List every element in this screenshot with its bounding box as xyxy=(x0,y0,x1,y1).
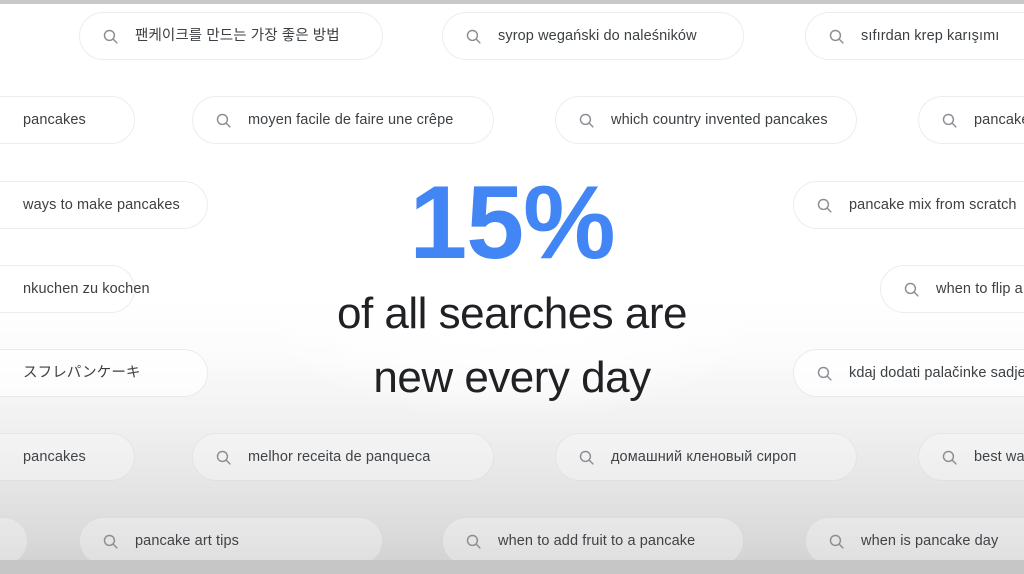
search-pill-label: best way to xyxy=(974,448,1024,465)
search-icon xyxy=(828,533,845,550)
search-pill[interactable]: домашний кленовый сироп xyxy=(555,433,857,481)
letterbox-top xyxy=(0,0,1024,4)
search-pill-label: 팬케이크를 만드는 가장 좋은 방법 xyxy=(135,27,340,44)
search-pill[interactable]: when to add fruit to a pancake xyxy=(442,517,744,565)
search-pill-label: pancakes xyxy=(23,448,86,465)
slide-canvas: 팬케이크를 만드는 가장 좋은 방법 syrop wegański do nale… xyxy=(0,0,1024,574)
search-pill[interactable] xyxy=(0,517,28,565)
search-pill-label: nkuchen zu kochen xyxy=(23,280,150,297)
search-icon xyxy=(903,281,920,298)
search-pill-label: kdaj dodati palačinke sadje xyxy=(849,364,1024,381)
search-pill[interactable]: when is pancake day xyxy=(805,517,1024,565)
search-pill[interactable]: sıfırdan krep karışımı xyxy=(805,12,1024,60)
search-icon xyxy=(816,365,833,382)
search-pill[interactable]: pancake art tips xyxy=(79,517,383,565)
search-pill-label: when to add fruit to a pancake xyxy=(498,532,696,549)
search-pill[interactable]: syrop wegański do naleśników xyxy=(442,12,744,60)
search-pill[interactable]: melhor receita de panqueca xyxy=(192,433,494,481)
search-pill-label: pancake mix from scratch xyxy=(849,196,1017,213)
search-pill-label: when is pancake day xyxy=(861,532,999,549)
search-pill[interactable]: best way to xyxy=(918,433,1024,481)
search-pill[interactable]: when to flip a pancake xyxy=(880,265,1024,313)
search-pill-label: スフレパンケーキ xyxy=(23,364,141,381)
search-pill-label: pancakes xyxy=(23,111,86,128)
search-icon xyxy=(828,28,845,45)
search-pill[interactable]: 팬케이크를 만드는 가장 좋은 방법 xyxy=(79,12,383,60)
search-icon xyxy=(465,28,482,45)
search-pill[interactable]: nkuchen zu kochen xyxy=(0,265,150,313)
search-icon xyxy=(102,533,119,550)
search-icon xyxy=(941,449,958,466)
search-icon xyxy=(215,112,232,129)
search-icon xyxy=(465,533,482,550)
headline-scrim xyxy=(270,150,754,412)
search-pill-label: melhor receita de panqueca xyxy=(248,448,431,465)
search-pill-label: домашний кленовый сироп xyxy=(611,448,797,465)
search-pill-label: sıfırdan krep karışımı xyxy=(861,27,1000,44)
search-icon xyxy=(102,28,119,45)
search-icon xyxy=(816,197,833,214)
search-pill[interactable]: moyen facile de faire une crêpe xyxy=(192,96,494,144)
search-pill-label: pancake mix xyxy=(974,111,1024,128)
search-pill-label: moyen facile de faire une crêpe xyxy=(248,111,454,128)
search-pill-label: syrop wegański do naleśników xyxy=(498,27,697,44)
search-icon xyxy=(578,449,595,466)
search-pill-label: when to flip a pancake xyxy=(936,280,1024,297)
search-pill-label: which country invented pancakes xyxy=(611,111,828,128)
search-pill[interactable]: pancake mix from scratch xyxy=(793,181,1024,229)
letterbox-bottom xyxy=(0,560,1024,574)
search-pill[interactable]: pancake mix xyxy=(918,96,1024,144)
search-pill-label: pancake art tips xyxy=(135,532,239,549)
search-pill[interactable]: kdaj dodati palačinke sadje xyxy=(793,349,1024,397)
search-icon xyxy=(215,449,232,466)
search-pill[interactable]: pancakes xyxy=(0,433,135,481)
search-pill[interactable]: ways to make pancakes xyxy=(0,181,208,229)
search-pill[interactable]: which country invented pancakes xyxy=(555,96,857,144)
search-pill-label: ways to make pancakes xyxy=(23,196,180,213)
search-pill[interactable]: pancakes xyxy=(0,96,135,144)
search-pill[interactable]: スフレパンケーキ xyxy=(0,349,208,397)
search-icon xyxy=(578,112,595,129)
search-icon xyxy=(941,112,958,129)
